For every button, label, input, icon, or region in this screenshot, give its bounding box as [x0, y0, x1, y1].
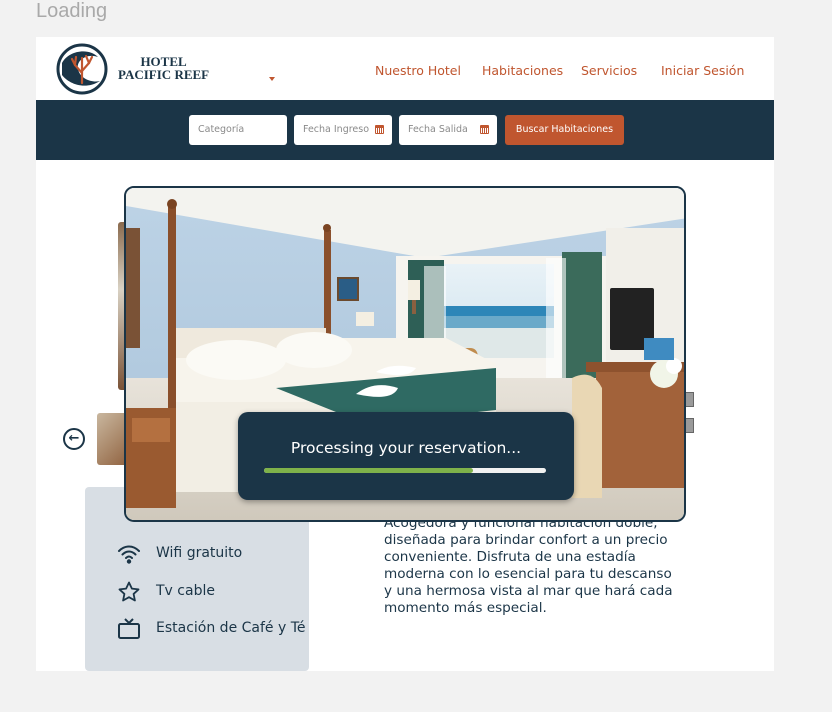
- nav-habitaciones[interactable]: Habitaciones: [482, 63, 563, 78]
- progress-bar: [264, 468, 546, 473]
- fecha-ingreso-field[interactable]: Fecha Ingreso: [294, 115, 392, 145]
- wifi-icon: [118, 545, 140, 564]
- progress-bar-fill: [264, 468, 473, 473]
- fecha-salida-placeholder: Fecha Salida: [408, 124, 468, 135]
- calendar-icon[interactable]: [375, 125, 384, 134]
- arrow-left-icon[interactable]: ←: [63, 428, 85, 450]
- processing-dialog: Processing your reservation...: [238, 412, 574, 500]
- fecha-salida-field[interactable]: Fecha Salida: [399, 115, 497, 145]
- amenity-label: Tv cable: [156, 583, 215, 599]
- amenity-label: Estación de Café y Té: [156, 620, 306, 636]
- buscar-habitaciones-button[interactable]: Buscar Habitaciones: [505, 115, 624, 145]
- brand-name: HOTEL PACIFIC REEF: [118, 55, 209, 81]
- nav-servicios[interactable]: Servicios: [581, 63, 637, 78]
- brand-line-2: PACIFIC REEF: [118, 67, 210, 82]
- loading-label: Loading: [36, 0, 108, 22]
- search-bar: Categoría Fecha Ingreso Fecha Salida Bus…: [36, 100, 774, 160]
- calendar-icon[interactable]: [480, 125, 489, 134]
- nav-indicator: [269, 77, 275, 81]
- processing-message: Processing your reservation...: [290, 439, 522, 457]
- site-header: HOTEL PACIFIC REEF Nuestro Hotel Habitac…: [36, 37, 774, 100]
- categoria-field[interactable]: Categoría: [189, 115, 287, 145]
- fecha-ingreso-placeholder: Fecha Ingreso: [303, 124, 370, 135]
- nav-nuestro-hotel[interactable]: Nuestro Hotel: [375, 63, 461, 78]
- categoria-placeholder: Categoría: [198, 124, 245, 135]
- nav-iniciar-sesion[interactable]: Iniciar Sesión: [661, 63, 744, 78]
- room-description: Acogedora y funcional habitación doble, …: [384, 515, 673, 616]
- amenity-label: Wifi gratuito: [156, 545, 243, 561]
- coral-logo-icon[interactable]: [56, 43, 108, 95]
- tv-icon: [118, 618, 140, 639]
- star-icon: [118, 581, 140, 602]
